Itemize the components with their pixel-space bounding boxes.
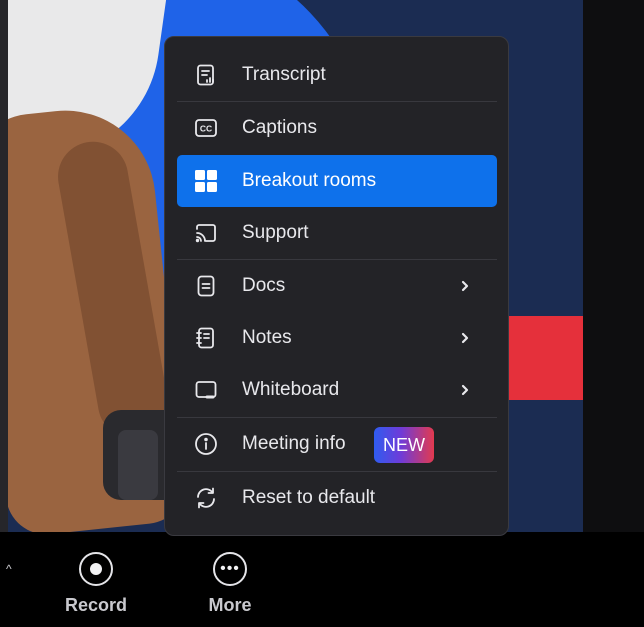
menu-item-transcript[interactable]: Transcript [177,49,497,101]
menu-item-label: Captions [242,117,317,138]
info-icon [194,432,218,456]
docs-icon [194,274,218,298]
belt-buckle-shape [118,430,158,500]
left-edge [0,0,8,532]
menu-item-label: Whiteboard [242,379,340,400]
menu-item-whiteboard[interactable]: Whiteboard [177,364,497,416]
more-icon: ••• [213,552,247,586]
menu-item-notes[interactable]: Notes [177,312,497,364]
more-menu: Transcript CC Captions Breakout rooms Su… [164,36,509,536]
captions-icon: CC [194,116,218,140]
breakout-rooms-icon [194,169,218,193]
menu-item-label: Notes [242,327,292,348]
menu-item-label: Meeting info [242,433,346,454]
menu-item-label: Transcript [242,64,326,85]
record-button[interactable]: Record [51,552,141,616]
menu-item-label: Docs [242,275,286,296]
menu-item-docs[interactable]: Docs [177,260,497,312]
menu-item-support[interactable]: Support [177,207,497,259]
more-button[interactable]: ••• More [185,552,275,616]
menu-item-captions[interactable]: CC Captions [177,102,497,154]
notes-icon [194,326,218,350]
support-icon [194,221,218,245]
svg-text:CC: CC [200,124,212,134]
record-icon [79,552,113,586]
chevron-right-icon [457,312,473,364]
whiteboard-icon [194,378,218,402]
menu-item-reset-to-default[interactable]: Reset to default [177,472,497,524]
chevron-right-icon [457,364,473,416]
menu-item-meeting-info[interactable]: Meeting info NEW [177,418,497,470]
menu-item-label: Support [242,222,309,243]
record-label: Record [64,595,127,615]
reset-icon [194,486,218,510]
chevron-up-icon[interactable]: ^ [6,562,12,576]
new-badge: NEW [374,427,434,463]
menu-item-breakout-rooms[interactable]: Breakout rooms [177,155,497,207]
transcript-icon [194,63,218,87]
right-panel [583,0,644,532]
chevron-right-icon [457,260,473,312]
menu-item-label: Breakout rooms [242,170,377,191]
more-label: More [208,595,252,615]
menu-item-label: Reset to default [242,487,376,508]
